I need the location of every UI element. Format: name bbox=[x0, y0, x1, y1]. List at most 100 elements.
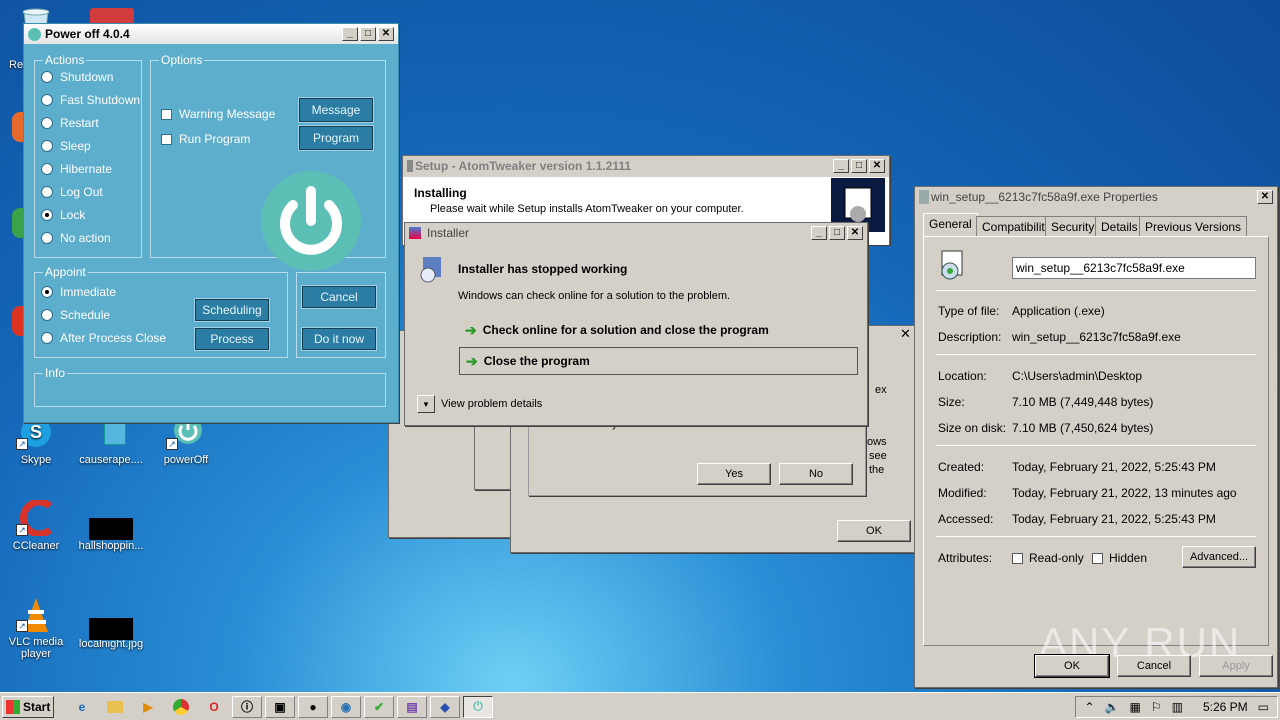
minimize-button[interactable]: _ bbox=[342, 27, 358, 41]
separator bbox=[936, 290, 1256, 291]
network-icon[interactable]: ▦ bbox=[1130, 700, 1141, 714]
opera-icon[interactable]: O bbox=[199, 696, 229, 718]
chrome-icon[interactable] bbox=[166, 696, 196, 718]
show-desktop-icon[interactable]: ▭ bbox=[1258, 700, 1269, 714]
app-icon-i[interactable]: ⓘ bbox=[232, 695, 262, 718]
maximize-button[interactable]: □ bbox=[829, 226, 845, 240]
tray-expand-icon[interactable]: ⌃ bbox=[1084, 700, 1094, 714]
start-label: Start bbox=[23, 699, 51, 714]
radio-label: Immediate bbox=[60, 285, 117, 299]
filename-field[interactable]: win_setup__6213c7fc58a9f.exe bbox=[1012, 257, 1256, 279]
ok-button[interactable]: OK bbox=[837, 520, 911, 542]
apply-button[interactable]: Apply bbox=[1199, 655, 1273, 677]
option-label: Close the program bbox=[483, 354, 590, 368]
tab-general[interactable]: General bbox=[923, 213, 978, 236]
radio-sleep[interactable]: Sleep bbox=[41, 139, 91, 153]
radio-schedule[interactable]: Schedule bbox=[41, 308, 110, 322]
radio-immediate[interactable]: Immediate bbox=[41, 285, 116, 299]
close-button[interactable]: ✕ bbox=[1257, 190, 1273, 204]
radio-hibernate[interactable]: Hibernate bbox=[41, 162, 112, 176]
checkbox-label: Run Program bbox=[179, 132, 251, 146]
ie-icon[interactable]: e bbox=[67, 696, 97, 718]
tab-details[interactable]: Details bbox=[1095, 216, 1144, 236]
app-icon-blue[interactable]: ◉ bbox=[331, 695, 361, 718]
radio-restart[interactable]: Restart bbox=[41, 116, 99, 130]
check-online-option[interactable]: ➔ Check online for a solution and close … bbox=[459, 319, 859, 341]
close-icon[interactable]: ✕ bbox=[900, 327, 914, 342]
details-toggle[interactable]: ▼ View problem details bbox=[417, 395, 542, 413]
options-legend: Options bbox=[159, 53, 205, 67]
prop-value: C:\Users\admin\Desktop bbox=[1012, 369, 1143, 383]
minimize-button[interactable]: _ bbox=[833, 159, 849, 173]
radio-label: Hibernate bbox=[60, 162, 113, 176]
hidden-checkbox[interactable]: Hidden bbox=[1092, 551, 1147, 565]
explorer-icon[interactable] bbox=[100, 696, 130, 718]
poweroff-titlebar[interactable]: Power off 4.0.4 _ □ ✕ bbox=[24, 24, 398, 44]
volume-icon[interactable]: 🔈 bbox=[1105, 700, 1120, 714]
actions-legend: Actions bbox=[43, 53, 87, 67]
message-button[interactable]: Message bbox=[298, 97, 374, 123]
app-icon-poweroff[interactable]: ⏻ bbox=[463, 695, 493, 718]
desktop-icon-localnight[interactable]: localnight.jpg bbox=[75, 596, 147, 650]
radio-no-action[interactable]: No action bbox=[41, 231, 111, 245]
prop-label: Type of file: bbox=[938, 304, 1000, 318]
minimize-button[interactable]: _ bbox=[811, 226, 827, 240]
radio-circle bbox=[41, 117, 53, 129]
advanced-button[interactable]: Advanced... bbox=[1182, 546, 1256, 568]
text-fragment: ex bbox=[875, 384, 887, 396]
maximize-button[interactable]: □ bbox=[851, 159, 867, 173]
program-button[interactable]: Program bbox=[298, 125, 374, 151]
run-program-checkbox[interactable]: Run Program bbox=[161, 132, 250, 146]
close-button[interactable]: ✕ bbox=[869, 159, 885, 173]
installer-titlebar[interactable]: Installer _ □ ✕ bbox=[405, 223, 867, 243]
radio-shutdown[interactable]: Shutdown bbox=[41, 70, 113, 84]
desktop-icon-hallshopping[interactable]: hallshoppin... bbox=[75, 500, 147, 552]
yes-button[interactable]: Yes bbox=[697, 463, 771, 485]
process-button[interactable]: Process bbox=[194, 327, 270, 351]
radio-fast-shutdown[interactable]: Fast Shutdown bbox=[41, 93, 140, 107]
radio-lock[interactable]: Lock bbox=[41, 208, 85, 222]
prop-value: win_setup__6213c7fc58a9f.exe bbox=[1012, 330, 1181, 344]
setup-titlebar[interactable]: Setup - AtomTweaker version 1.1.2111 _ □… bbox=[403, 156, 889, 176]
radio-after-process-close[interactable]: After Process Close bbox=[41, 331, 166, 345]
start-button[interactable]: Start bbox=[2, 695, 54, 718]
radio-label: Fast Shutdown bbox=[60, 93, 141, 107]
installer-dialog: Installer _ □ ✕ Installer has stopped wo… bbox=[404, 222, 868, 426]
setup-title: Setup - AtomTweaker version 1.1.2111 bbox=[415, 159, 632, 173]
desktop-icon-vlc[interactable]: ↗ VLC media player bbox=[0, 596, 72, 660]
properties-titlebar[interactable]: win_setup__6213c7fc58a9f.exe Properties … bbox=[915, 187, 1277, 207]
app-icon-setup[interactable]: ▤ bbox=[397, 695, 427, 718]
app-icon-check[interactable]: ✔ bbox=[364, 695, 394, 718]
taskbar: Start e ▶ O ⓘ ▣ ● ◉ ✔ ▤ ◆ ⏻ ⌃ 🔈 ▦ ⚐ ▥ 5:… bbox=[0, 692, 1280, 720]
radio-circle bbox=[41, 332, 53, 344]
info-group: Info bbox=[34, 366, 386, 407]
close-button[interactable]: ✕ bbox=[847, 226, 863, 240]
cancel-button[interactable]: Cancel bbox=[1117, 655, 1191, 677]
flag-icon[interactable]: ⚐ bbox=[1151, 700, 1162, 714]
cancel-button[interactable]: Cancel bbox=[301, 285, 377, 309]
tab-security[interactable]: Security bbox=[1045, 216, 1101, 236]
close-button[interactable]: ✕ bbox=[378, 27, 394, 41]
app-icon-installer2[interactable]: ◆ bbox=[430, 695, 460, 718]
tray-app-icon[interactable]: ▥ bbox=[1172, 700, 1183, 714]
app-icon-b[interactable]: ● bbox=[298, 695, 328, 718]
maximize-button[interactable]: □ bbox=[360, 27, 376, 41]
app-icon-installer[interactable]: ▣ bbox=[265, 695, 295, 718]
green-arrow-icon: ➔ bbox=[466, 352, 478, 369]
attributes-label: Attributes: bbox=[938, 551, 993, 565]
radio-logout[interactable]: Log Out bbox=[41, 185, 103, 199]
readonly-checkbox[interactable]: Read-only bbox=[1012, 551, 1084, 565]
do-it-now-button[interactable]: Do it now bbox=[301, 327, 377, 351]
no-button[interactable]: No bbox=[779, 463, 853, 485]
media-player-icon[interactable]: ▶ bbox=[133, 696, 163, 718]
radio-circle bbox=[41, 94, 53, 106]
file-icon bbox=[919, 190, 929, 204]
partial-label: Re bbox=[9, 59, 24, 71]
scheduling-button[interactable]: Scheduling bbox=[194, 298, 270, 322]
ok-button[interactable]: OK bbox=[1034, 654, 1110, 678]
tab-previous-versions[interactable]: Previous Versions bbox=[1139, 216, 1248, 236]
close-program-option[interactable]: ➔ Close the program bbox=[459, 347, 858, 375]
desktop-icon-ccleaner[interactable]: ↗ CCleaner bbox=[0, 498, 72, 552]
clock[interactable]: 5:26 PM bbox=[1203, 700, 1248, 714]
warning-message-checkbox[interactable]: Warning Message bbox=[161, 107, 275, 121]
